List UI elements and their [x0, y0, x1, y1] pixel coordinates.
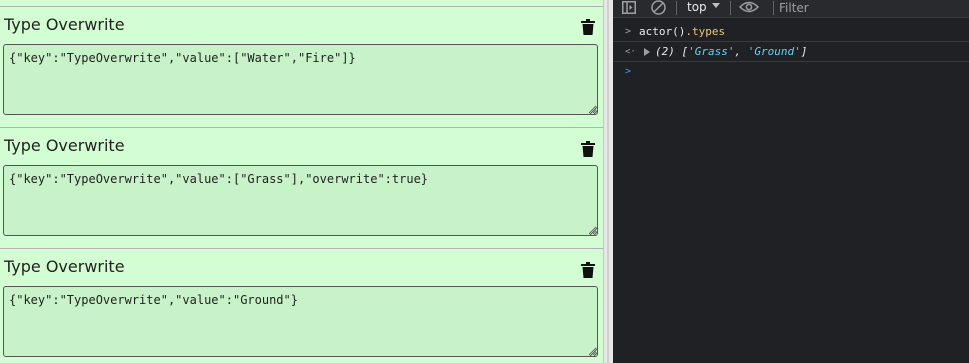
sidebar-toggle-icon[interactable]	[622, 1, 636, 14]
result-item: 'Grass'	[688, 45, 735, 58]
input-prompt-icon: >	[625, 26, 632, 37]
card-title: Type Overwrite	[4, 257, 125, 276]
card-title: Type Overwrite	[4, 136, 125, 155]
expand-triangle-icon[interactable]	[644, 48, 650, 56]
toolbar-divider	[676, 1, 677, 15]
console-input-row: > actor().types	[613, 22, 969, 42]
card-title: Type Overwrite	[4, 15, 125, 34]
trash-icon[interactable]	[581, 262, 595, 278]
eye-icon[interactable]	[739, 1, 759, 13]
result-bracket: ]	[800, 45, 808, 58]
command-call: actor()	[639, 25, 686, 38]
splitter-handle	[607, 0, 609, 363]
devtools-console: top > actor().types <· (2) ['Grass', 'Gr…	[613, 0, 969, 363]
console-prompt-row[interactable]: >	[613, 62, 969, 80]
card-divider	[0, 6, 603, 7]
output-prompt-icon: <·	[625, 47, 636, 57]
trash-icon[interactable]	[581, 19, 595, 35]
console-command: actor().types	[639, 25, 725, 39]
left-panel: Type Overwrite Type Overwrite Type Overw…	[0, 0, 603, 363]
trash-icon[interactable]	[581, 141, 595, 157]
console-result[interactable]: (2) ['Grass', 'Ground']	[655, 45, 807, 59]
card-divider	[0, 127, 603, 128]
json-editor[interactable]	[3, 165, 598, 236]
panel-splitter[interactable]	[603, 0, 613, 363]
context-selector[interactable]: top	[687, 0, 707, 14]
command-property: .types	[685, 25, 726, 38]
json-editor[interactable]	[3, 44, 598, 115]
json-editor[interactable]	[3, 286, 598, 357]
result-separator: ,	[734, 45, 748, 58]
console-output-row: <· (2) ['Grass', 'Ground']	[613, 42, 969, 62]
filter-input[interactable]	[776, 0, 966, 15]
prompt-caret-icon: >	[625, 66, 632, 77]
result-item: 'Ground'	[747, 45, 801, 58]
result-count: (2)	[655, 45, 675, 58]
clear-console-icon[interactable]	[651, 0, 666, 15]
console-toolbar: top	[613, 0, 969, 18]
chevron-down-icon[interactable]	[712, 3, 720, 8]
card-divider	[0, 248, 603, 249]
toolbar-divider	[730, 1, 731, 15]
toolbar-divider	[773, 1, 774, 15]
